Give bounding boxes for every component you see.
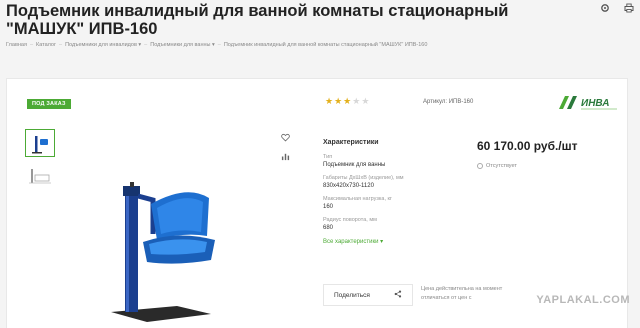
thumbnail-2[interactable] [25, 163, 55, 189]
breadcrumb-separator: – [59, 42, 63, 48]
product-card: ПОД ЗАКАЗ ★ ★ ★ ★ ★ Артикул: ИПВ-160 ИНВ… [6, 78, 628, 328]
stock-status-label: Отсутствует [486, 163, 517, 169]
chevron-down-icon: ▾ [138, 42, 142, 48]
breadcrumb-label: Подъемники для ванны [150, 42, 211, 48]
page-title: Подъемник инвалидный для ванной комнаты … [6, 2, 509, 38]
price-note: Цена действительна на момент отличаться … [421, 285, 521, 303]
share-icon [394, 290, 402, 300]
all-specs-link[interactable]: Все характеристики ▾ [323, 238, 443, 245]
spec-value: 830x420x730-1120 [323, 183, 374, 189]
product-price: 60 170.00 руб./шт [477, 139, 578, 153]
spec-label: Максимальная нагрузка, кг [323, 196, 392, 202]
article-number: Артикул: ИПВ-160 [423, 99, 474, 105]
price-note-line: Цена действительна на момент [421, 286, 503, 292]
breadcrumb-item[interactable]: Каталог [36, 42, 56, 48]
breadcrumb-separator: – [217, 42, 221, 48]
stock-status-icon [477, 163, 483, 169]
spec-label: Тип [323, 154, 333, 160]
spec-item: Максимальная нагрузка, кг 160 [323, 196, 443, 210]
breadcrumb-item[interactable]: Подъемники для инвалидов ▾ [65, 42, 141, 48]
share-label: Поделиться [334, 291, 370, 299]
chevron-down-icon: ▾ [212, 42, 215, 48]
specs-heading: Характеристики [323, 139, 379, 146]
star-empty-icon[interactable]: ★ [361, 97, 369, 106]
breadcrumb: Главная – Каталог – Подъемники для инвал… [6, 42, 427, 48]
breadcrumb-item[interactable]: Главная [6, 42, 27, 48]
top-icons [600, 0, 634, 13]
compare-icon[interactable] [281, 148, 290, 161]
stock-status: Отсутствует [477, 163, 517, 169]
breadcrumb-separator: – [144, 42, 148, 48]
print-icon[interactable] [624, 0, 634, 13]
status-badge: ПОД ЗАКАЗ [27, 99, 71, 109]
logo-text: ИНВА [581, 98, 609, 109]
settings-icon[interactable] [600, 0, 610, 12]
spec-item: Тип Подъемник для ванны [323, 154, 443, 168]
star-filled-icon[interactable]: ★ [325, 97, 333, 106]
watermark: YAPLAKAL.COM [536, 294, 630, 306]
specs-panel: Характеристики Тип Подъемник для ванны Г… [323, 139, 443, 245]
spec-label: Габариты ДхШхВ (изделие), мм [323, 175, 404, 181]
chevron-down-icon: ▾ [380, 239, 384, 245]
spec-label: Радиус поворота, мм [323, 217, 377, 223]
spec-value: 160 [323, 204, 334, 210]
breadcrumb-current: Подъемник инвалидный для ванной комнаты … [223, 42, 428, 48]
breadcrumb-separator: – [29, 42, 33, 48]
star-filled-icon[interactable]: ★ [343, 97, 351, 106]
all-specs-label: Все характеристики [323, 239, 379, 245]
rating-stars: ★ ★ ★ ★ ★ [325, 97, 369, 106]
spec-value: Подъемник для ванны [323, 162, 386, 168]
spec-value: 680 [323, 225, 334, 231]
breadcrumb-item[interactable]: Подъемники для ванны ▾ [150, 42, 215, 48]
star-empty-icon[interactable]: ★ [352, 97, 360, 106]
price-note-line: отличаться от цен с [421, 295, 472, 301]
star-filled-icon[interactable]: ★ [334, 97, 342, 106]
spec-item: Габариты ДхШхВ (изделие), мм 830x420x730… [323, 175, 443, 189]
thumbnail-1[interactable] [25, 129, 55, 157]
brand-logo[interactable]: ИНВА [557, 93, 619, 113]
breadcrumb-label: Подъемники для инвалидов [65, 42, 137, 48]
spec-item: Радиус поворота, мм 680 [323, 217, 443, 231]
heart-icon[interactable] [281, 129, 290, 142]
side-icons [281, 129, 291, 167]
product-main-image [107, 174, 247, 324]
share-button[interactable]: Поделиться [323, 284, 413, 306]
